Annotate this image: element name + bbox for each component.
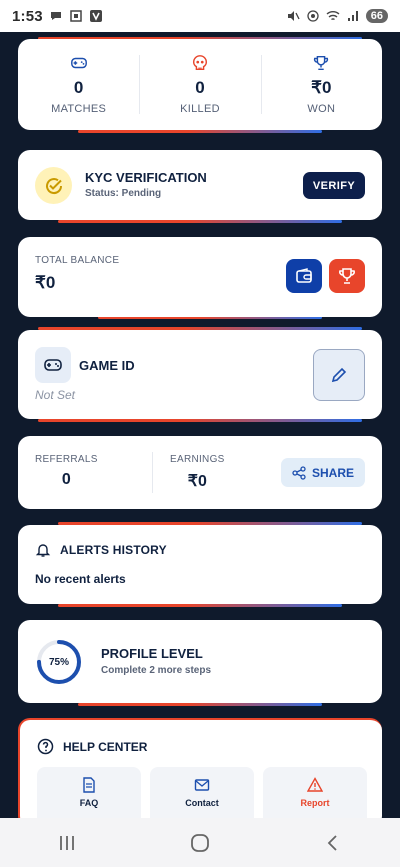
winnings-button[interactable] [329,259,365,293]
signal-icon [347,11,358,21]
wallet-button[interactable] [286,259,322,293]
recents-button[interactable] [47,823,87,863]
referrals-value: 0 [61,471,71,488]
screenshot-icon [70,10,82,22]
game-id-badge [35,347,71,383]
profile-level-title: PROFILE LEVEL [101,646,203,661]
help-tile-label: Contact [185,798,219,808]
referrals-label: REFERRALS [35,454,98,465]
home-icon [191,833,209,852]
kyc-badge [35,167,72,204]
card-accent [58,220,342,223]
recents-icon [59,835,74,850]
game-id-card: GAME ID Not Set [18,330,382,419]
trophy-icon [339,268,355,284]
system-nav-bar [0,818,400,867]
wifi-icon [326,11,340,21]
share-label: SHARE [311,465,354,480]
status-time: 1:53 [12,7,43,25]
help-center-title: HELP CENTER [63,740,148,754]
verify-button[interactable]: VERIFY [303,172,365,199]
gamepad-icon [44,359,62,371]
profile-progress-text: 75% [48,656,69,668]
stat-won: ₹0 WON [260,39,382,130]
back-icon [328,834,337,851]
balance-label: TOTAL BALANCE [35,255,120,266]
trophy-icon [314,55,329,71]
mail-icon [194,779,210,791]
earnings-label: EARNINGS [170,454,225,465]
help-tile-label: Report [300,798,330,808]
stat-killed: 0 KILLED [139,39,260,130]
edit-game-id-button[interactable] [313,349,365,401]
battery-indicator: 66 [365,9,388,23]
home-button[interactable] [180,823,220,863]
stat-value: ₹0 [311,78,332,97]
help-icon [37,738,54,755]
gamepad-icon [70,57,87,69]
game-id-value: Not Set [35,388,76,402]
bell-icon [35,544,51,557]
share-button[interactable]: SHARE [281,458,365,487]
card-accent [78,703,322,706]
notification-icons [49,9,103,23]
share-icon [292,465,306,480]
game-id-title: GAME ID [79,358,135,373]
stat-value: 0 [73,78,84,97]
chat-icon [50,12,61,20]
stat-matches: 0 MATCHES [18,39,139,130]
card-accent [58,604,342,607]
pencil-icon [331,367,347,383]
warning-icon [307,777,323,792]
stats-card: 0 MATCHES 0 KILLED ₹0 WON [18,39,382,130]
divider [152,452,153,493]
wallet-icon [296,268,312,283]
kyc-card: KYC VERIFICATION Status: Pending VERIFY [18,150,382,220]
earnings-stat: EARNINGS ₹0 [170,454,225,491]
stat-value: 0 [195,78,205,97]
document-icon [83,777,95,793]
earnings-value: ₹0 [187,473,207,490]
referrals-stat: REFERRALS 0 [35,454,98,489]
app-v-icon [89,10,102,22]
help-tile-label: FAQ [79,798,99,808]
profile-level-subtitle: Complete 2 more steps [101,665,212,676]
stat-label: MATCHES [51,103,107,115]
card-accent [38,419,362,422]
check-circle-icon [45,177,62,194]
stat-label: KILLED [180,103,220,115]
system-icons: 66 [286,9,388,23]
alerts-title: ALERTS HISTORY [60,543,167,557]
back-button[interactable] [313,823,353,863]
balance-card: TOTAL BALANCE ₹0 [18,237,382,317]
skull-icon [192,55,208,71]
kyc-status: Status: Pending [85,188,162,199]
profile-card: 75% PROFILE LEVEL Complete 2 more steps [18,620,382,703]
mute-icon [287,11,300,21]
hotspot-icon [307,10,319,22]
status-bar: 1:53 66 [0,0,400,32]
card-accent [78,130,322,133]
alerts-card: ALERTS HISTORY No recent alerts [18,525,382,604]
alerts-empty: No recent alerts [35,572,126,586]
stat-label: WON [307,103,336,115]
referrals-card: REFERRALS 0 EARNINGS ₹0 SHARE [18,436,382,509]
kyc-title: KYC VERIFICATION [85,170,207,185]
help-center-card: HELP CENTER FAQ Contact Report [18,718,382,828]
balance-value: ₹0 [35,273,56,292]
